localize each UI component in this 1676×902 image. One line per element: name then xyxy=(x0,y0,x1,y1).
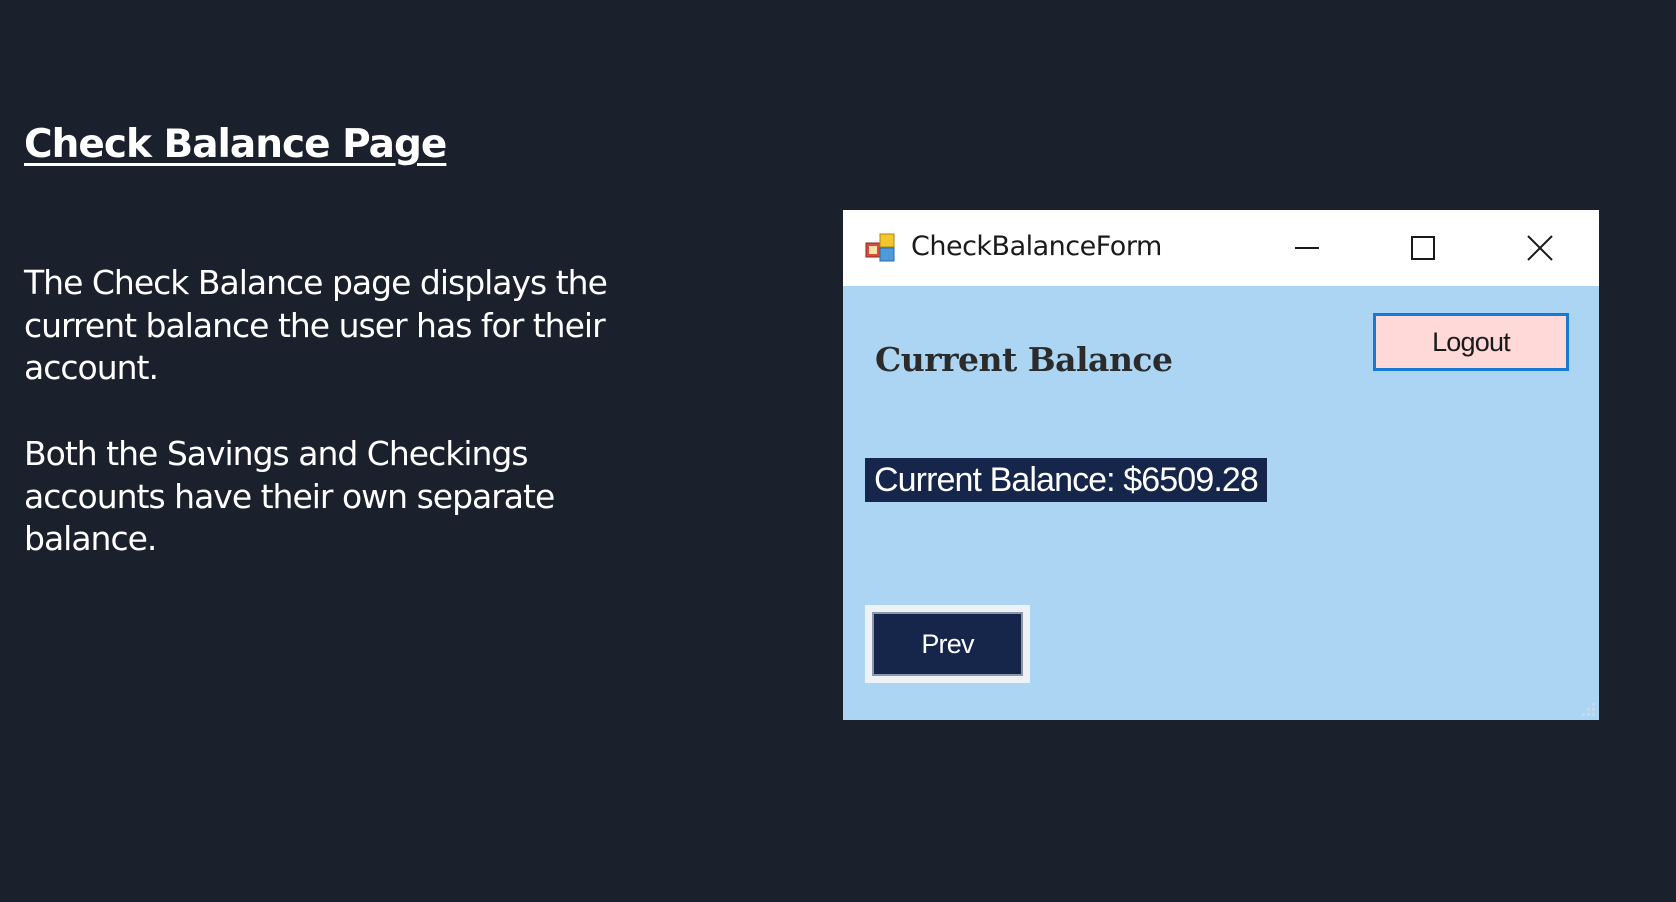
close-icon xyxy=(1527,235,1553,261)
slide-title: Check Balance Page xyxy=(24,122,447,167)
balance-label: Current Balance: $6509.28 xyxy=(865,458,1267,502)
check-balance-window: CheckBalanceForm Current Balance Logout … xyxy=(843,210,1599,720)
window-title: CheckBalanceForm xyxy=(911,231,1162,262)
minimize-icon xyxy=(1295,247,1319,249)
prev-button[interactable]: Prev xyxy=(865,605,1030,683)
resize-grip-icon[interactable] xyxy=(1577,698,1597,718)
current-balance-heading: Current Balance xyxy=(875,340,1173,379)
minimize-button[interactable] xyxy=(1279,222,1335,274)
app-icon xyxy=(865,233,895,262)
maximize-icon xyxy=(1411,236,1435,260)
close-button[interactable] xyxy=(1512,222,1568,274)
description-paragraph: Both the Savings and Checkings accounts … xyxy=(24,434,555,558)
maximize-button[interactable] xyxy=(1395,222,1451,274)
logout-button[interactable]: Logout xyxy=(1373,313,1569,371)
description-paragraph: The Check Balance page displays the curr… xyxy=(24,263,608,387)
window-titlebar[interactable]: CheckBalanceForm xyxy=(843,210,1599,286)
